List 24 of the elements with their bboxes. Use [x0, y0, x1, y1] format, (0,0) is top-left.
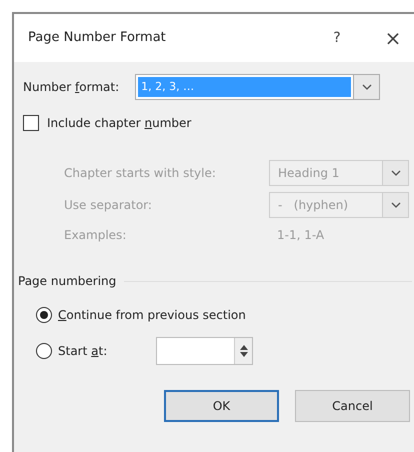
close-button[interactable]: × — [378, 23, 408, 53]
page-numbering-heading: Page numbering — [18, 273, 116, 290]
option-label: Chapter starts with style: — [64, 165, 217, 182]
include-chapter-label: Include chapter number — [47, 115, 192, 132]
radio-label: Start at: — [58, 343, 108, 360]
dialog-button[interactable]: OK — [164, 390, 279, 422]
include-chapter-checkbox[interactable] — [23, 115, 39, 131]
chevron-down-icon — [390, 170, 400, 176]
option-label: Use separator: — [64, 197, 153, 214]
help-button[interactable]: ? — [322, 28, 352, 48]
radio-button[interactable] — [36, 343, 52, 359]
dropdown-button[interactable] — [353, 75, 380, 99]
number-format-label: Number format: — [23, 79, 120, 96]
examples-value: 1-1, 1-A — [276, 227, 324, 244]
window-title: Page Number Format — [28, 29, 166, 48]
up-arrow-icon — [240, 345, 248, 350]
dialog-button[interactable]: Cancel — [295, 390, 410, 422]
start-at-spinner[interactable] — [156, 337, 253, 365]
examples-label: Examples: — [64, 227, 128, 244]
radio-button[interactable] — [36, 307, 52, 323]
chevron-down-icon — [390, 202, 400, 208]
down-arrow-icon — [240, 352, 248, 357]
radio-label: Continue from previous section — [58, 307, 246, 324]
chevron-down-icon — [362, 84, 372, 90]
